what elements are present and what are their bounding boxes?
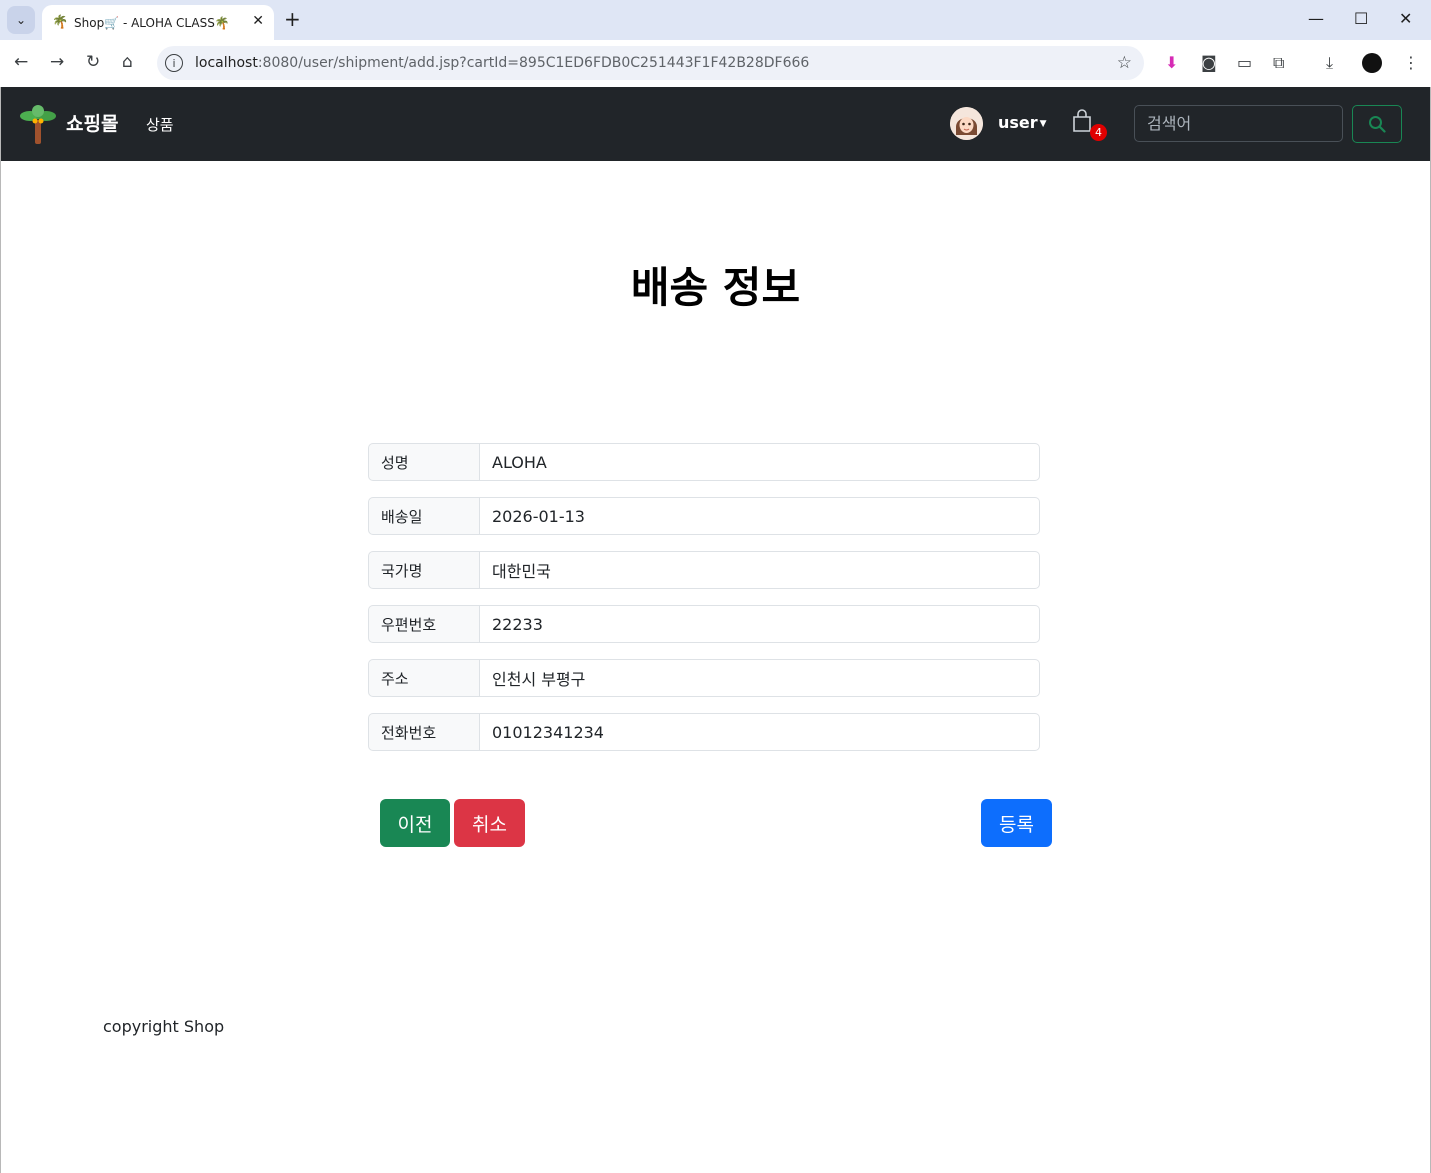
downloads-icon[interactable]: ⤓ — [1326, 53, 1333, 73]
form-row-phone: 전화번호 — [368, 713, 1040, 751]
form-row-country: 국가명 — [368, 551, 1040, 589]
address-input[interactable] — [480, 659, 1040, 697]
search-icon — [1369, 116, 1386, 133]
field-label: 성명 — [368, 443, 480, 481]
caret-down-icon: ▼ — [1039, 118, 1047, 129]
shipping-date-input[interactable] — [480, 497, 1040, 535]
site-info-icon[interactable]: i — [165, 54, 183, 72]
tab-close-icon[interactable]: ✕ — [252, 13, 264, 29]
search-button[interactable] — [1352, 105, 1402, 143]
country-input[interactable] — [480, 551, 1040, 589]
submit-button[interactable]: 등록 — [981, 799, 1052, 847]
browser-tab-strip: ⌄ 🌴 Shop🛒 - ALOHA CLASS🌴 ✕ + — ☐ ✕ — [0, 0, 1431, 40]
address-bar[interactable]: i localhost:8080/user/shipment/add.jsp?c… — [157, 46, 1144, 80]
cart-count-badge: 4 — [1090, 124, 1107, 141]
maximize-icon[interactable]: ☐ — [1354, 9, 1368, 29]
phone-input[interactable] — [480, 713, 1040, 751]
nav-link-products[interactable]: 상품 — [146, 114, 174, 135]
browser-tab[interactable]: 🌴 Shop🛒 - ALOHA CLASS🌴 ✕ — [42, 5, 274, 40]
profile-avatar-icon[interactable] — [1362, 53, 1382, 73]
shopping-bag-icon[interactable] — [1072, 109, 1092, 133]
user-avatar-icon — [950, 107, 983, 140]
palm-favicon-icon: 🌴 — [52, 15, 69, 30]
extension-download-icon[interactable]: ⬇ — [1165, 53, 1178, 73]
search-input[interactable] — [1134, 105, 1343, 142]
field-label: 국가명 — [368, 551, 480, 589]
new-tab-plus-icon[interactable]: + — [284, 8, 301, 30]
browser-toolbar: ← → ↻ ⌂ i localhost:8080/user/shipment/a… — [0, 40, 1431, 88]
extensions-puzzle-icon[interactable]: ⧉ — [1273, 53, 1284, 73]
form-row-zipcode: 우편번호 — [368, 605, 1040, 643]
site-navbar: 쇼핑몰 상품 user ▼ 4 — [0, 87, 1431, 161]
reload-icon[interactable]: ↻ — [86, 51, 100, 73]
form-row-address: 주소 — [368, 659, 1040, 697]
form-row-name: 성명 — [368, 443, 1040, 481]
menu-kebab-icon[interactable]: ⋮ — [1403, 53, 1419, 73]
cast-extension-icon[interactable]: ▭ — [1237, 53, 1252, 73]
user-avatar[interactable] — [950, 107, 983, 140]
back-arrow-icon[interactable]: ← — [14, 51, 28, 73]
window-close-icon[interactable]: ✕ — [1399, 9, 1412, 29]
form-row-shipping-date: 배송일 — [368, 497, 1040, 535]
cancel-button[interactable]: 취소 — [454, 799, 525, 847]
field-label: 전화번호 — [368, 713, 480, 751]
field-label: 우편번호 — [368, 605, 480, 643]
user-dropdown-toggle[interactable]: user ▼ — [998, 113, 1047, 132]
field-label: 배송일 — [368, 497, 480, 535]
window-border-left — [0, 87, 1, 1173]
forward-arrow-icon[interactable]: → — [50, 51, 64, 73]
tab-title: Shop🛒 - ALOHA CLASS🌴 — [74, 15, 230, 30]
palm-tree-logo-icon[interactable] — [20, 104, 56, 144]
prev-button[interactable]: 이전 — [380, 799, 450, 847]
brand-link[interactable]: 쇼핑몰 — [66, 109, 118, 136]
url-text[interactable]: localhost:8080/user/shipment/add.jsp?car… — [195, 55, 809, 71]
bookmark-star-icon[interactable]: ☆ — [1117, 53, 1132, 73]
home-icon[interactable]: ⌂ — [122, 51, 133, 73]
minimize-icon[interactable]: — — [1308, 9, 1324, 29]
camera-extension-icon[interactable]: ◙ — [1201, 53, 1217, 73]
field-label: 주소 — [368, 659, 480, 697]
footer-copyright: copyright Shop — [103, 1017, 225, 1036]
name-input[interactable] — [480, 443, 1040, 481]
tab-search-chevron-icon[interactable]: ⌄ — [7, 6, 35, 34]
page-title: 배송 정보 — [630, 263, 801, 312]
zipcode-input[interactable] — [480, 605, 1040, 643]
